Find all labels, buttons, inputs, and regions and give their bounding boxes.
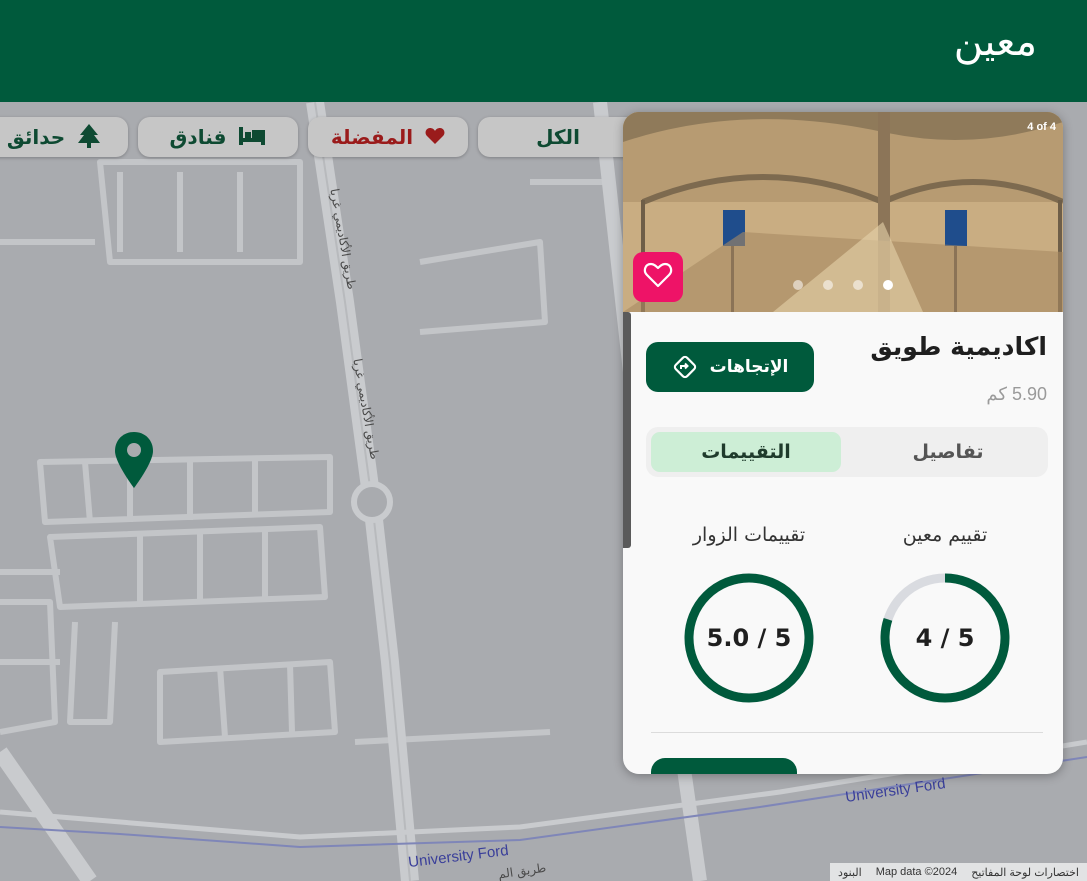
card-tabs: التقييمات تفاصيل xyxy=(646,427,1048,477)
directions-button[interactable]: الإتجاهات xyxy=(646,342,814,392)
scrollbar[interactable] xyxy=(623,312,631,548)
heart-icon xyxy=(425,127,445,148)
place-title: اكاديمية طويق xyxy=(870,332,1047,361)
terms-link[interactable]: البنود xyxy=(838,866,862,879)
moeen-rating-value: 4 / 5 xyxy=(915,624,975,652)
bed-icon xyxy=(238,125,266,150)
divider xyxy=(651,732,1043,733)
app-header: معين xyxy=(0,0,1087,102)
app-logo[interactable]: معين xyxy=(954,22,1037,62)
tab-ratings[interactable]: التقييمات xyxy=(651,432,841,472)
filter-chip-label: الكل xyxy=(536,125,580,149)
filter-chip-label: فنادق xyxy=(169,125,227,149)
heart-outline-icon xyxy=(643,261,673,293)
directions-label: الإتجاهات xyxy=(709,357,789,377)
moeen-rating-label: تقييم معين xyxy=(902,524,988,546)
tree-icon xyxy=(77,123,101,152)
photo-counter: 4 of 4 xyxy=(1027,121,1056,133)
place-card: 4 of 4 اكاديمية طويق 5.90 كم الإتجاهات ا… xyxy=(623,112,1063,774)
visitors-rating-label: تقييمات الزوار xyxy=(692,524,806,546)
card-action-button[interactable] xyxy=(651,758,797,774)
carousel-dot[interactable] xyxy=(853,280,863,290)
tab-details[interactable]: تفاصيل xyxy=(853,432,1043,472)
visitors-rating-value: 5.0 / 5 xyxy=(706,624,792,652)
carousel-dots xyxy=(793,280,893,290)
carousel-dot-active[interactable] xyxy=(883,280,893,290)
filter-chip-all[interactable]: الكل xyxy=(478,117,638,157)
filter-chip-label: المفضلة xyxy=(330,125,414,149)
keyboard-shortcuts-link[interactable]: اختصارات لوحة المفاتيح xyxy=(971,866,1079,879)
map-data-text: Map data ©2024 xyxy=(875,866,958,878)
map-pin-icon[interactable] xyxy=(114,430,154,490)
map-attribution: البنود Map data ©2024 اختصارات لوحة المف… xyxy=(830,863,1087,881)
favorite-button[interactable] xyxy=(633,252,683,302)
directions-icon xyxy=(672,354,698,380)
filter-chip-label: حدائق xyxy=(6,125,66,149)
carousel-dot[interactable] xyxy=(823,280,833,290)
place-photo-carousel[interactable]: 4 of 4 xyxy=(623,112,1063,312)
carousel-dot[interactable] xyxy=(793,280,803,290)
place-distance: 5.90 كم xyxy=(986,384,1047,404)
filter-chip-favorites[interactable]: المفضلة xyxy=(308,117,468,157)
filter-chip-parks[interactable]: حدائق xyxy=(0,117,128,157)
filter-chip-hotels[interactable]: فنادق xyxy=(138,117,298,157)
